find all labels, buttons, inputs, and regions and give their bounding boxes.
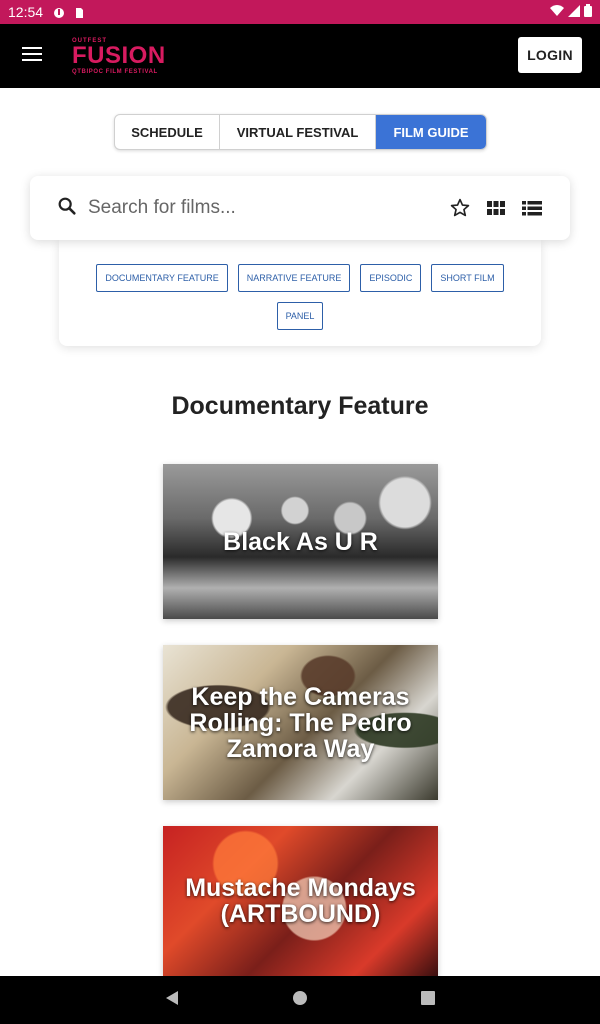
film-card[interactable]: Keep the Cameras Rolling: The Pedro Zamo… (163, 645, 438, 800)
menu-button[interactable] (0, 24, 64, 88)
wifi-icon (550, 4, 564, 20)
grid-view-icon[interactable] (484, 196, 508, 220)
hamburger-icon (22, 46, 42, 67)
system-nav-bar (0, 976, 600, 1024)
recents-button[interactable] (364, 990, 492, 1011)
battery-icon (584, 4, 592, 20)
app-bar: OUTFEST FUSION QTBIPOC FILM FESTIVAL LOG… (0, 24, 600, 88)
home-circle-icon (292, 990, 308, 1011)
status-bar: 12:54 (0, 0, 600, 24)
tab-schedule[interactable]: SCHEDULE (115, 115, 220, 149)
film-title: Black As U R (223, 527, 378, 556)
search-icon (56, 195, 78, 222)
signal-icon (568, 4, 580, 20)
sd-card-icon (73, 6, 85, 18)
filter-chip-short-film[interactable]: SHORT FILM (431, 264, 504, 292)
film-card[interactable]: Mustache Mondays (ARTBOUND) (163, 826, 438, 976)
status-time: 12:54 (8, 4, 44, 20)
filter-chip-narrative-feature[interactable]: NARRATIVE FEATURE (237, 264, 351, 292)
festival-logo[interactable]: OUTFEST FUSION QTBIPOC FILM FESTIVAL (72, 38, 166, 75)
film-title: Keep the Cameras Rolling: The Pedro Zamo… (189, 682, 412, 763)
logo-main-text: FUSION (72, 41, 166, 69)
favorites-star-icon[interactable] (448, 196, 472, 220)
data-saver-icon (53, 6, 65, 18)
logo-sub-text: QTBIPOC FILM FESTIVAL (72, 68, 158, 75)
list-view-icon[interactable] (520, 196, 544, 220)
filter-chip-episodic[interactable]: EPISODIC (360, 264, 422, 292)
section-title: Documentary Feature (171, 392, 429, 420)
search-bar (30, 176, 570, 240)
recents-square-icon (420, 990, 436, 1011)
tab-film-guide[interactable]: FILM GUIDE (376, 115, 486, 149)
filter-chip-panel[interactable]: PANEL (276, 302, 324, 330)
tab-virtual-festival[interactable]: VIRTUAL FESTIVAL (220, 115, 376, 149)
film-title: Mustache Mondays (ARTBOUND) (185, 874, 416, 928)
search-input[interactable] (88, 197, 436, 219)
film-card[interactable]: Black As U R (163, 464, 438, 619)
view-tabs: SCHEDULE VIRTUAL FESTIVAL FILM GUIDE (114, 114, 487, 150)
back-triangle-icon (164, 990, 180, 1011)
home-button[interactable] (236, 990, 364, 1011)
category-filters: DOCUMENTARY FEATURE NARRATIVE FEATURE EP… (59, 240, 541, 346)
login-button[interactable]: LOGIN (518, 37, 582, 73)
back-button[interactable] (108, 990, 236, 1011)
filter-chip-documentary-feature[interactable]: DOCUMENTARY FEATURE (96, 264, 228, 292)
